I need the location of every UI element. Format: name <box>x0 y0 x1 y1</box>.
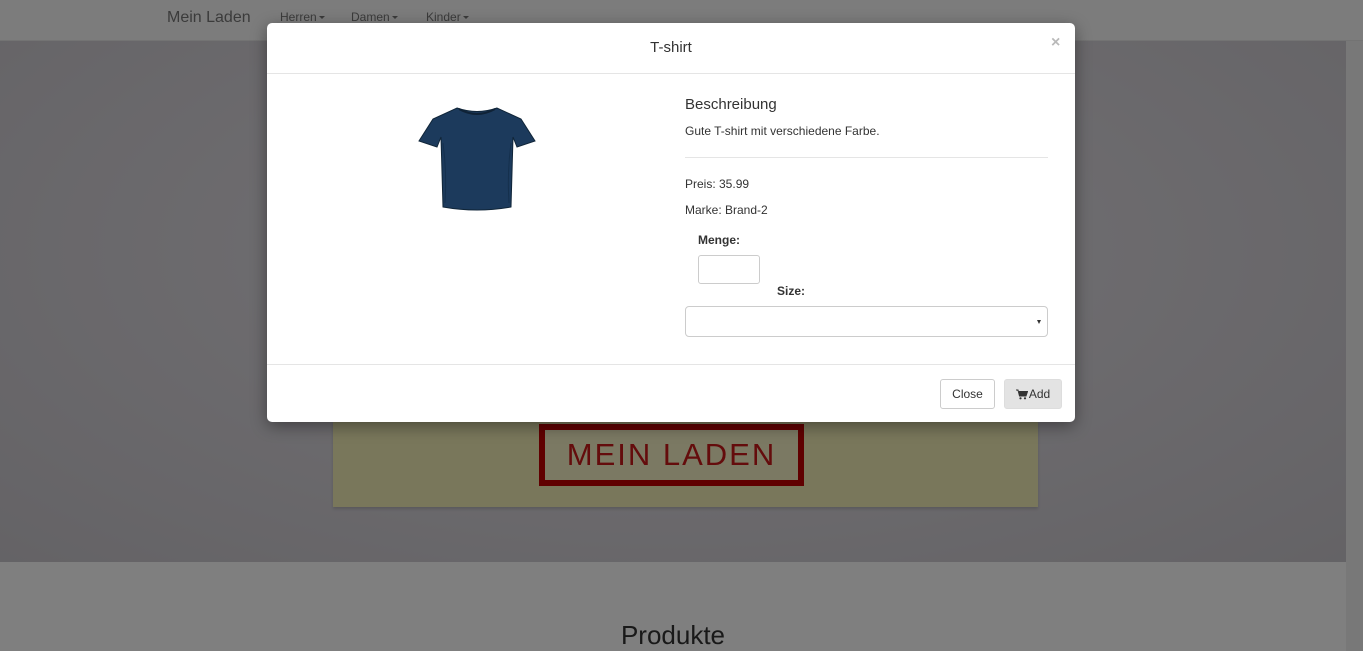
modal-footer: Close Add <box>267 364 1075 423</box>
quantity-input[interactable] <box>698 255 760 284</box>
product-modal: T-shirt × Beschreibung Gute T-shirt mit … <box>267 23 1075 422</box>
quantity-label: Menge: <box>698 233 740 247</box>
description-text: Gute T-shirt mit verschiedene Farbe. <box>685 124 880 138</box>
price-text: Preis: 35.99 <box>685 177 750 191</box>
close-button[interactable]: Close <box>940 379 995 409</box>
add-to-cart-button[interactable]: Add <box>1004 379 1062 409</box>
shopping-cart-icon <box>1015 389 1028 399</box>
brand-text: Marke: Brand-2 <box>685 203 768 217</box>
close-icon[interactable]: × <box>1051 34 1060 52</box>
size-select[interactable] <box>685 306 1048 337</box>
dropdown-arrow-icon <box>1037 320 1041 324</box>
modal-title: T-shirt <box>650 39 692 56</box>
modal-header: T-shirt × <box>267 23 1075 74</box>
description-heading: Beschreibung <box>685 96 777 113</box>
size-label: Size: <box>777 284 806 298</box>
divider <box>685 157 1048 158</box>
tshirt-product-image <box>418 107 536 211</box>
